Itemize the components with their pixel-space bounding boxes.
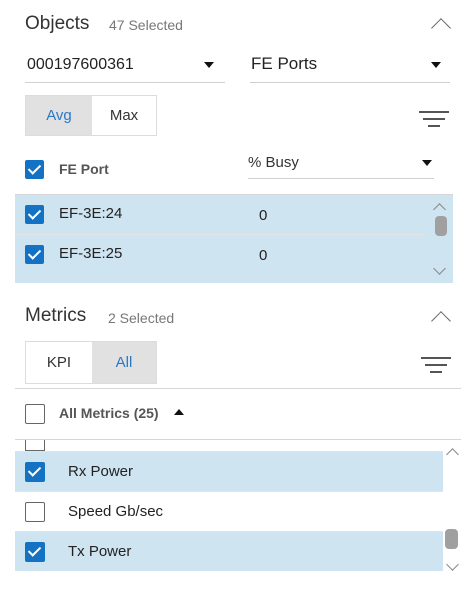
metrics-title: Metrics [25, 305, 87, 326]
metric-checkbox-icon[interactable] [25, 542, 45, 562]
metric-label: Speed Gb/sec [68, 503, 164, 520]
caret-down-icon [431, 62, 441, 68]
metrics-selected-count: 2 Selected [108, 310, 175, 326]
collapse-metrics-chevron-up-icon[interactable] [431, 311, 451, 331]
list-item[interactable]: Speed Gb/sec [15, 492, 443, 532]
metric-checkbox-icon[interactable] [25, 462, 45, 482]
objects-selected-count: 47 Selected [109, 17, 183, 33]
objects-scrollbar[interactable] [425, 195, 453, 283]
scroll-up-icon[interactable] [446, 448, 459, 461]
list-item-partial [15, 440, 443, 452]
row-checkbox-icon[interactable] [25, 205, 44, 224]
metric-label: Tx Power [68, 543, 132, 560]
select-all-checkbox-icon[interactable] [25, 160, 44, 179]
scroll-down-icon[interactable] [433, 262, 446, 275]
divider [15, 388, 461, 389]
all-metrics-checkbox-icon[interactable] [25, 404, 45, 424]
scroll-thumb[interactable] [435, 216, 447, 236]
max-button[interactable]: Max [92, 96, 156, 135]
all-metrics-header: All Metrics (25) [59, 405, 159, 421]
all-button[interactable]: All [92, 342, 156, 383]
object-type-value: FE Ports [251, 54, 318, 73]
table-row[interactable]: EF-3E:24 0 [15, 195, 425, 235]
port-value: 0 [259, 207, 268, 224]
array-id-value: 000197600361 [27, 56, 134, 73]
list-item[interactable]: Tx Power [15, 532, 443, 571]
avg-max-toggle: Avg Max [25, 95, 157, 136]
scroll-down-icon[interactable] [446, 558, 459, 571]
kpi-button[interactable]: KPI [26, 342, 92, 383]
metric-label: Rx Power [68, 463, 134, 480]
objects-filter-icon[interactable] [419, 111, 449, 132]
metrics-filter-icon[interactable] [421, 357, 451, 378]
scroll-thumb[interactable] [445, 529, 458, 549]
list-item[interactable]: Rx Power [15, 452, 443, 492]
caret-down-icon [422, 160, 432, 166]
table-row[interactable]: EF-3E:25 0 [15, 235, 425, 275]
array-id-dropdown[interactable]: 000197600361 [25, 50, 225, 83]
caret-down-icon [204, 62, 214, 68]
port-name: EF-3E:25 [59, 245, 123, 262]
object-type-dropdown[interactable]: FE Ports [250, 50, 450, 83]
table-row-partial [15, 275, 425, 283]
row-checkbox-icon[interactable] [25, 245, 44, 264]
objects-title: Objects [25, 13, 90, 34]
metric-column-value: % Busy [248, 154, 299, 171]
sort-up-icon[interactable] [174, 409, 184, 415]
scroll-up-icon[interactable] [433, 203, 446, 216]
fe-port-column-header: FE Port [59, 161, 109, 177]
port-name: EF-3E:24 [59, 205, 123, 222]
checkbox-icon [25, 440, 45, 451]
kpi-all-toggle: KPI All [25, 341, 157, 384]
metric-checkbox-icon[interactable] [25, 502, 45, 522]
port-value: 0 [259, 247, 268, 264]
collapse-objects-chevron-up-icon[interactable] [431, 18, 451, 38]
metrics-scrollbar[interactable] [443, 440, 461, 575]
avg-button[interactable]: Avg [26, 96, 92, 135]
metric-column-dropdown[interactable]: % Busy [248, 150, 434, 179]
